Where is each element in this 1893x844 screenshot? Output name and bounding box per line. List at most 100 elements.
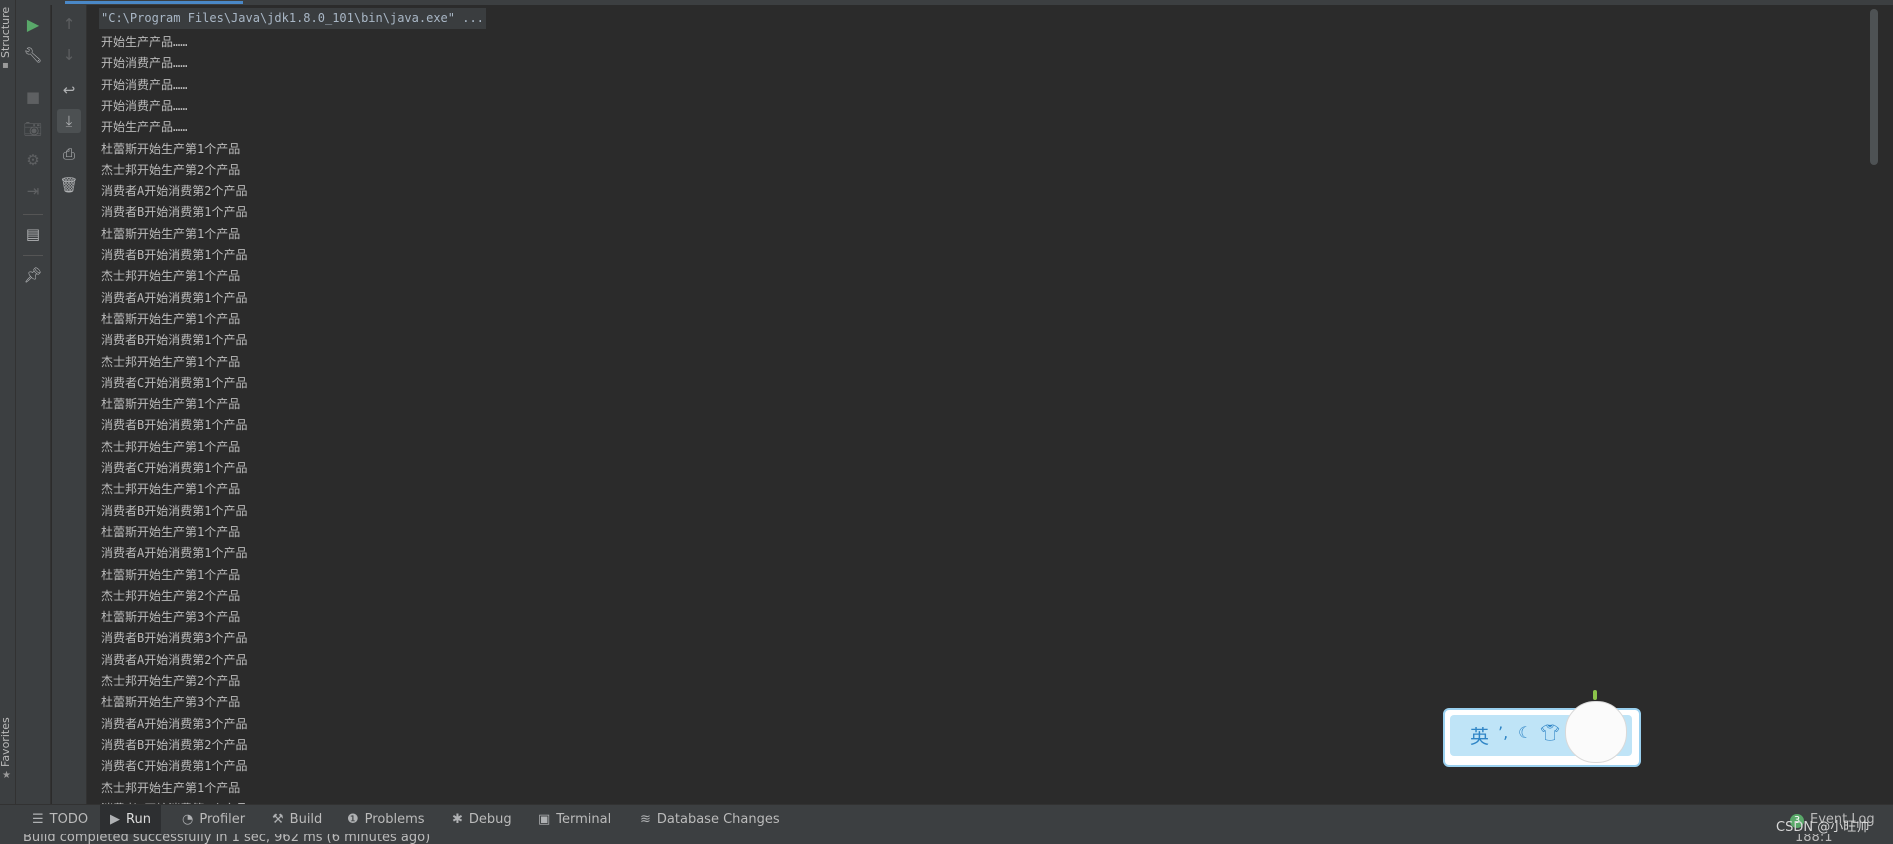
console-output-line: 杜蕾斯开始生产第1个产品 <box>101 567 241 582</box>
toolbar-separator <box>23 214 43 215</box>
console-output-line: 开始消费产品…… <box>101 98 188 113</box>
console-output-line: 开始消费产品…… <box>101 56 188 71</box>
console-output-line: 杰士邦开始生产第1个产品 <box>101 354 241 369</box>
console-output-line: 消费者B开始消费第3个产品 <box>101 631 248 646</box>
structure-icon: ▪ <box>2 60 9 71</box>
layout-icon[interactable]: ▤ <box>21 222 45 246</box>
console-output-line: 消费者B开始消费第1个产品 <box>101 205 248 220</box>
scroll-to-end-icon[interactable]: ⤓ <box>57 109 81 133</box>
console-output-line: 杰士邦开始生产第2个产品 <box>101 674 241 688</box>
tab-label: Debug <box>468 812 512 827</box>
exit-icon[interactable]: ⇥ <box>21 179 45 203</box>
rerun-icon[interactable]: ▶ <box>21 12 45 36</box>
ime-mascot-icon <box>1565 690 1627 763</box>
tab-label: Run <box>126 812 151 827</box>
console-output-line: 杰士邦开始生产第1个产品 <box>101 482 241 497</box>
console-output-line: 杜蕾斯开始生产第3个产品 <box>101 695 241 710</box>
tab-label: Terminal <box>556 812 612 827</box>
hammer-icon: ⚒ <box>272 812 284 827</box>
console-output-line: 杜蕾斯开始生产第1个产品 <box>101 311 241 326</box>
console-output-line: 杰士邦开始生产第1个产品 <box>101 269 241 284</box>
console-output-line: 消费者C开始消费第1个产品 <box>101 461 248 475</box>
print-icon[interactable]: ⎙ <box>57 142 81 166</box>
sprout-icon <box>1593 690 1597 700</box>
console-output-line: 消费者B开始消费第2个产品 <box>101 737 248 752</box>
console-output-line: 消费者C开始消费第1个产品 <box>101 759 248 774</box>
console-output-line: 杰士邦开始生产第1个产品 <box>101 780 241 795</box>
console-output-line: 消费者B开始消费第1个产品 <box>101 418 248 433</box>
star-icon: ★ <box>2 770 11 781</box>
info-icon: ❶ <box>347 812 359 827</box>
console-output-line: 消费者B开始消费第1个产品 <box>101 503 248 518</box>
run-toolbar: ▶ 🔧︎ ■ 📷︎ ⚙ ⇥ ▤ 📌︎ <box>16 5 51 804</box>
console-output-line: 消费者A开始消费第1个产品 <box>101 546 248 561</box>
tab-profiler[interactable]: ◔ Profiler <box>176 805 251 835</box>
wrench-icon[interactable]: 🔧︎ <box>21 43 45 67</box>
console-output-line: 消费者A开始消费第3个产品 <box>101 716 248 731</box>
console-output-line: 消费者B开始消费第1个产品 <box>101 248 248 262</box>
down-arrow-icon[interactable]: ↓ <box>57 43 81 67</box>
caret-position[interactable]: 188:1 <box>1795 834 1832 844</box>
run-icon: ▶ <box>110 812 120 827</box>
settings-icon[interactable]: ⚙ <box>21 148 45 172</box>
console-output-line: 杜蕾斯开始生产第1个产品 <box>101 524 241 539</box>
tool-window-bar: ☰ TODO ▶ Run ◔ Profiler ⚒ Build ❶ Problems ✱ D… <box>0 804 1893 835</box>
ime-language-label[interactable]: 英 <box>1470 722 1489 749</box>
tab-indicator <box>65 1 243 4</box>
console-output-line: 杰士邦开始生产第2个产品 <box>101 588 241 603</box>
up-arrow-icon[interactable]: ↑ <box>57 12 81 36</box>
scrollbar-thumb[interactable] <box>1870 9 1878 165</box>
status-message[interactable]: Build completed successfully in 1 sec, 9… <box>23 834 430 844</box>
moon-icon[interactable]: ☾ <box>1518 723 1532 742</box>
run-console-output[interactable]: "C:\Program Files\Java\jdk1.8.0_101\bin\… <box>89 5 1870 804</box>
database-icon: ≋ <box>640 812 651 827</box>
console-output-line: 杜蕾斯开始生产第1个产品 <box>101 141 241 156</box>
trash-icon[interactable]: 🗑︎ <box>57 173 81 197</box>
status-bar: Build completed successfully in 1 sec, 9… <box>0 834 1893 844</box>
console-output-line: 消费者A开始消费第2个产品 <box>101 184 248 199</box>
tab-label: Build <box>289 812 323 827</box>
console-output-line: 杜蕾斯开始生产第1个产品 <box>101 226 241 241</box>
tab-run[interactable]: ▶ Run <box>100 805 161 835</box>
console-output-line: 杰士邦开始生产第2个产品 <box>101 162 241 177</box>
left-tool-strip: Structure ▪ Favorites ★ <box>0 0 16 804</box>
list-icon: ☰ <box>32 812 44 827</box>
tab-label: Profiler <box>199 812 246 827</box>
camera-icon[interactable]: 📷︎ <box>21 117 45 141</box>
console-command-line: "C:\Program Files\Java\jdk1.8.0_101\bin\… <box>99 8 486 29</box>
console-output-line: 消费者C开始消费第1个产品 <box>101 375 248 390</box>
tab-label: Problems <box>364 812 425 827</box>
tab-label: Database Changes <box>656 812 780 827</box>
tab-label: TODO <box>49 812 89 827</box>
console-scrollbar[interactable] <box>1868 5 1882 165</box>
ime-toolbar-inner: 英 ’, ☾ 👕︎ <box>1450 690 1632 763</box>
soft-wrap-icon[interactable]: ↩ <box>57 78 81 102</box>
console-output-line: 开始生产产品…… <box>101 35 188 49</box>
console-output-line: 开始生产产品…… <box>101 120 188 135</box>
pin-icon[interactable]: 📌︎ <box>21 263 45 287</box>
console-output-line: 消费者A开始消费第2个产品 <box>101 652 248 667</box>
tab-build[interactable]: ⚒ Build <box>266 805 328 835</box>
console-toolbar: ↑ ↓ ↩ ⤓ ⎙ 🗑︎ <box>52 5 87 804</box>
console-output-line: 消费者A开始消费第1个产品 <box>101 290 248 305</box>
tab-problems[interactable]: ❶ Problems <box>341 805 431 835</box>
console-output-line: 杜蕾斯开始生产第1个产品 <box>101 397 241 412</box>
terminal-icon: ▣ <box>538 812 551 827</box>
console-output-line: 消费者B开始消费第1个产品 <box>101 333 248 348</box>
console-output-line: 开始消费产品…… <box>101 77 188 92</box>
toolbar-separator <box>23 255 43 256</box>
profiler-icon: ◔ <box>182 812 194 827</box>
tab-todo[interactable]: ☰ TODO <box>26 805 94 835</box>
tab-terminal[interactable]: ▣ Terminal <box>532 805 617 835</box>
structure-tab[interactable]: Structure <box>0 0 12 58</box>
csdn-watermark: CSDN @小旺帅 <box>1776 820 1870 835</box>
punctuation-icon[interactable]: ’, <box>1498 723 1508 742</box>
tab-debug[interactable]: ✱ Debug <box>446 805 518 835</box>
stop-icon[interactable]: ■ <box>21 85 45 109</box>
shirt-icon[interactable]: 👕︎ <box>1540 723 1560 742</box>
bug-icon: ✱ <box>452 812 463 827</box>
favorites-tab[interactable]: Favorites <box>0 705 12 767</box>
tab-database-changes[interactable]: ≋ Database Changes <box>634 805 786 835</box>
ime-toolbar[interactable]: 英 ’, ☾ 👕︎ <box>1443 690 1641 767</box>
console-output-line: 杰士邦开始生产第1个产品 <box>101 439 241 454</box>
